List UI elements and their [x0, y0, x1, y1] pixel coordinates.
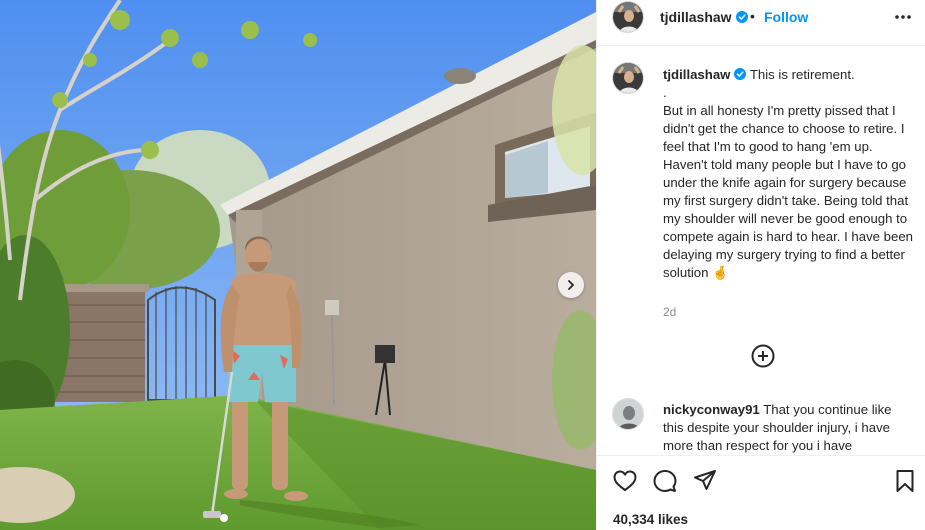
caption-avatar[interactable]	[612, 62, 644, 94]
avatar[interactable]	[612, 1, 644, 33]
avatar-image	[613, 399, 643, 429]
comment-icon[interactable]	[652, 468, 678, 494]
post-header: tjdillashaw • Follow	[597, 0, 925, 33]
next-photo-button[interactable]	[558, 272, 584, 298]
chevron-right-icon	[568, 280, 574, 290]
caption-username[interactable]: tjdillashaw	[663, 67, 730, 82]
follow-button[interactable]: Follow	[764, 9, 808, 25]
verified-badge-icon	[735, 11, 748, 23]
likes-count[interactable]: 40,334 likes	[613, 512, 688, 527]
caption-body: tjdillashaw This is retirement. . But in…	[663, 66, 913, 282]
avatar-image	[613, 2, 643, 32]
header-username[interactable]: tjdillashaw	[660, 9, 748, 25]
comment-username[interactable]: nickyconway91	[663, 402, 760, 417]
send-icon[interactable]	[692, 468, 718, 494]
post-image	[0, 0, 596, 530]
post-photo[interactable]	[0, 0, 596, 530]
post-sidebar: tjdillashaw • Follow tjdillashaw This is…	[596, 0, 925, 530]
avatar-image	[613, 63, 643, 93]
header-divider	[597, 45, 925, 46]
plus-circle-icon[interactable]	[751, 344, 775, 368]
header-separator: •	[750, 8, 755, 24]
action-bar: 40,334 likes	[597, 455, 925, 530]
header-username-text[interactable]: tjdillashaw	[660, 9, 732, 25]
caption-timestamp[interactable]: 2d	[663, 305, 676, 319]
heart-icon[interactable]	[612, 468, 638, 494]
comment-body: nickyconway91 That you continue like thi…	[663, 401, 913, 455]
verified-badge-icon	[734, 68, 747, 80]
caption-text: This is retirement. . But in all honesty…	[663, 67, 914, 280]
more-horizontal-icon[interactable]	[893, 7, 913, 27]
bookmark-icon[interactable]	[892, 468, 918, 494]
comment-avatar[interactable]	[612, 398, 644, 430]
